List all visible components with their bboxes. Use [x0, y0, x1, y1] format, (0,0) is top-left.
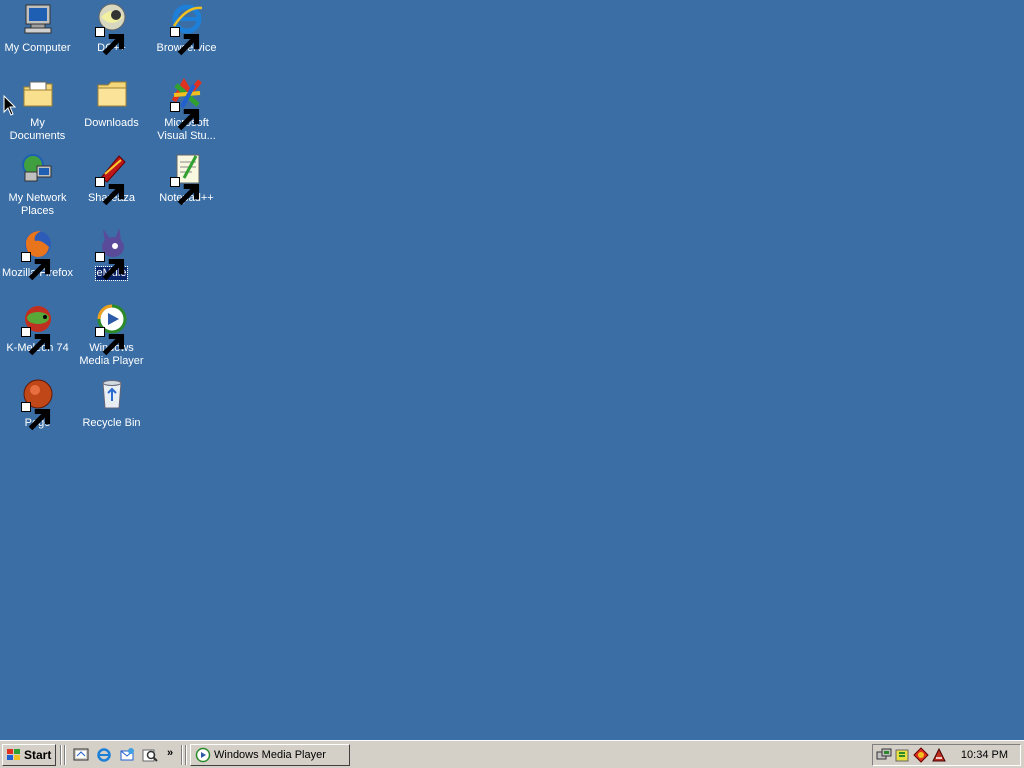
taskbar-button-label: Windows Media Player	[214, 749, 326, 761]
shortcut-arrow-icon	[94, 177, 124, 206]
recycle-bin-icon	[95, 377, 129, 411]
taskbar-button-windows-media-player[interactable]: Windows Media Player	[190, 744, 350, 766]
shortcut-arrow-icon	[169, 177, 199, 206]
desktop-icon-my-computer[interactable]: My Computer	[0, 2, 75, 56]
network-icon[interactable]	[876, 747, 892, 763]
shortcut-arrow-icon	[94, 27, 124, 56]
desktop-icon-emule[interactable]: eMule	[74, 227, 149, 281]
taskbar-separator	[181, 745, 183, 765]
search-icon	[142, 749, 158, 762]
taskbar-separator	[64, 745, 66, 765]
desktop-icon-recycle-bin[interactable]: Recycle Bin	[74, 377, 149, 431]
shortcut-arrow-icon	[20, 327, 50, 356]
system-clock[interactable]: 10:34 PM	[961, 749, 1008, 761]
antivirus-icon[interactable]	[913, 747, 929, 763]
dcpp-icon	[94, 2, 129, 56]
computer-icon	[21, 2, 55, 36]
desktop-icon-notepadpp[interactable]: Notepad++	[149, 152, 224, 206]
desktop-icon-label: Downloads	[84, 117, 139, 129]
mouse-cursor-icon	[3, 95, 17, 116]
taskbar-separator	[185, 745, 187, 765]
volume-icon[interactable]	[894, 747, 910, 763]
visual-studio-icon	[169, 77, 204, 131]
quick-launch-overflow-chevron[interactable]: »	[167, 747, 173, 759]
desktop-icon-label: My Network Places	[8, 192, 67, 217]
shortcut-arrow-icon	[169, 102, 199, 131]
shortcut-arrow-icon	[169, 27, 199, 56]
desktop-icon-dcpp[interactable]: DC++	[74, 2, 149, 56]
internet-explorer-icon	[97, 748, 111, 762]
desktop-icon-firefox[interactable]: Mozilla Firefox	[0, 227, 75, 281]
taskbar-separator	[60, 745, 62, 765]
desktop-icon-label: My Computer	[4, 42, 71, 54]
folder-icon	[95, 77, 129, 111]
shortcut-arrow-icon	[20, 252, 50, 281]
outlook-express-icon	[120, 748, 134, 761]
desktop[interactable]: My Computer DC++ Browservice My Document…	[0, 0, 1024, 740]
desktop-icon-label: My Documents	[9, 117, 66, 142]
emule-tray-icon[interactable]	[931, 747, 947, 763]
network-places-icon	[21, 152, 55, 186]
desktop-icon-windows-media-player[interactable]: Windows Media Player	[74, 302, 149, 369]
firefox-icon	[20, 227, 55, 281]
shortcut-arrow-icon	[94, 327, 124, 356]
folder-documents-icon	[21, 77, 55, 111]
system-tray: 10:34 PM	[872, 744, 1021, 766]
desktop-icon-k-meleon[interactable]: K-Meleon 74	[0, 302, 75, 356]
desktop-icon-shareaza[interactable]: Shareaza	[74, 152, 149, 206]
start-button[interactable]: Start	[2, 744, 56, 766]
taskbar: Start » Windows Media Player 10:34 PM	[0, 740, 1024, 768]
internet-explorer-icon	[169, 2, 204, 56]
desktop-icon-downloads[interactable]: Downloads	[74, 77, 149, 131]
shortcut-arrow-icon	[20, 402, 50, 431]
quick-launch-internet-explorer[interactable]	[95, 746, 113, 764]
media-player-icon	[94, 302, 129, 356]
shareaza-icon	[94, 152, 129, 206]
desktop-icon-visual-studio[interactable]: Microsoft Visual Stu...	[149, 77, 224, 144]
emule-icon	[94, 227, 129, 281]
windows-logo-icon	[7, 749, 20, 760]
desktop-icon-browservice[interactable]: Browservice	[149, 2, 224, 56]
shortcut-arrow-icon	[94, 252, 124, 281]
desktop-icon-label: Recycle Bin	[82, 417, 141, 429]
desktop-icon-my-network-places[interactable]: My Network Places	[0, 152, 75, 219]
pego-icon	[20, 377, 55, 431]
notepadpp-icon	[169, 152, 204, 206]
quick-launch-show-desktop[interactable]	[72, 746, 90, 764]
start-label: Start	[24, 748, 52, 762]
media-player-icon	[195, 747, 211, 763]
show-desktop-icon	[73, 748, 89, 761]
k-meleon-icon	[20, 302, 55, 356]
quick-launch-search[interactable]	[141, 746, 159, 764]
quick-launch-outlook-express[interactable]	[118, 746, 136, 764]
desktop-icon-pego[interactable]: Pego	[0, 377, 75, 431]
